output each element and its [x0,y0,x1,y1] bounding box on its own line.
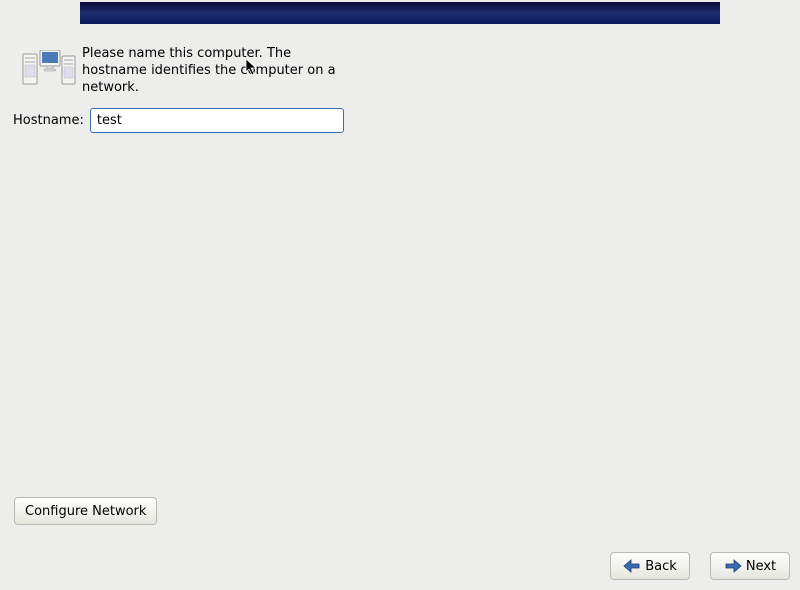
configure-network-label: Configure Network [25,504,146,519]
description-text: Please name this computer. The hostname … [82,46,342,97]
arrow-right-icon [724,559,742,573]
hostname-label: Hostname: [13,113,84,128]
back-button[interactable]: Back [610,552,690,580]
configure-network-button[interactable]: Configure Network [14,497,157,525]
arrow-left-icon [623,559,641,573]
computer-network-icon [22,50,76,92]
hostname-input[interactable] [90,108,344,133]
next-button[interactable]: Next [710,552,790,580]
next-label: Next [746,559,776,574]
back-label: Back [645,559,677,574]
header-banner [80,2,720,24]
